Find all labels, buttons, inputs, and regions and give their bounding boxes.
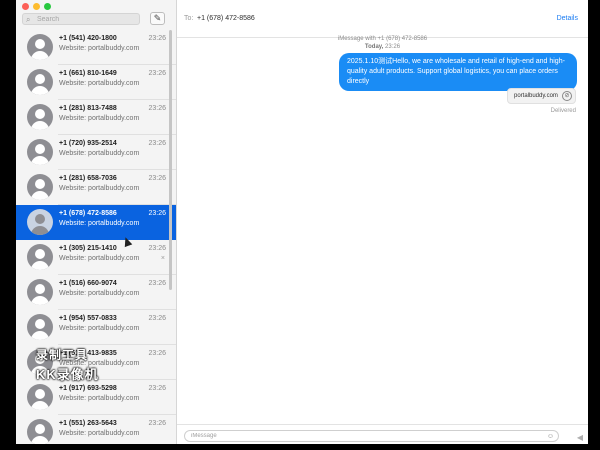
conversation-preview: Website: portalbuddy.com xyxy=(59,255,140,262)
conversation-preview: Website: portalbuddy.com xyxy=(59,395,140,402)
close-window-button[interactable] xyxy=(22,3,29,10)
conversation-preview: Website: portalbuddy.com xyxy=(59,325,140,332)
conversation-time: 23:26 xyxy=(148,280,166,287)
search-input[interactable] xyxy=(37,14,137,24)
conversation-preview: Website: portalbuddy.com xyxy=(59,150,140,157)
link-preview-text: portalbuddy.com xyxy=(514,93,558,99)
conversation-preview: Website: portalbuddy.com xyxy=(59,220,140,227)
conversation-preview: Website: portalbuddy.com xyxy=(59,185,140,192)
delete-conversation-icon[interactable]: × xyxy=(161,255,165,262)
contact-avatar-icon xyxy=(27,69,53,95)
to-label: To: xyxy=(184,15,194,22)
recipient-field[interactable]: +1 (678) 472-8586 xyxy=(197,15,255,22)
contact-avatar-icon xyxy=(27,174,53,200)
contact-avatar-icon xyxy=(27,349,53,375)
contact-avatar-icon xyxy=(27,34,53,60)
contact-avatar-icon xyxy=(27,314,53,340)
conversation-name: +1 (661) 810-1649 xyxy=(59,70,117,77)
conversation-name: +1 (917) 693-5298 xyxy=(59,385,117,392)
conversation-name: +1 (281) 813-7488 xyxy=(59,105,117,112)
conversation-name: +1 (541) 420-1800 xyxy=(59,35,117,42)
conversation-name: +1 (720) 935-2514 xyxy=(59,140,117,147)
conversation-time: 23:26 xyxy=(148,420,166,427)
conversation-name: +1 (954) 557-0833 xyxy=(59,315,117,322)
conversation-name: +1 (516) 660-9074 xyxy=(59,280,117,287)
search-icon: ⌕ xyxy=(26,15,31,24)
conversation-pane: To: +1 (678) 472-8586 Details iMessage w… xyxy=(177,0,588,444)
conversation-time: 23:26 xyxy=(148,385,166,392)
sidebar: ⌕ ✎ +1 (541) 420-1800 Website: portalbudd… xyxy=(16,0,177,444)
conversation-preview: Website: portalbuddy.com xyxy=(59,80,140,87)
title-bar xyxy=(16,0,176,12)
contact-avatar-icon xyxy=(27,104,53,130)
minimize-window-button[interactable] xyxy=(33,3,40,10)
conversation-row[interactable]: +1 (551) 263-5643 Website: portalbuddy.co… xyxy=(16,415,176,444)
contact-avatar-icon xyxy=(27,419,53,444)
conversation-row[interactable]: +1 (516) 660-9074 Website: portalbuddy.co… xyxy=(16,275,176,310)
audio-record-icon[interactable]: ◀ xyxy=(577,433,583,442)
conversation-row[interactable]: +1 (305) 215-1410 Website: portalbuddy.co… xyxy=(16,240,176,275)
conversation-name: +1 (281) 658-7036 xyxy=(59,175,117,182)
contact-avatar-icon xyxy=(27,384,53,410)
conversation-time: 23:26 xyxy=(148,315,166,322)
conversation-time: 23:26 xyxy=(148,35,166,42)
contact-avatar-icon xyxy=(27,279,53,305)
conversation-name: +1 (513) 413-9835 xyxy=(59,350,117,357)
conversation-name: +1 (305) 215-1410 xyxy=(59,245,117,252)
contact-avatar-icon xyxy=(27,139,53,165)
conversation-row[interactable]: +1 (541) 420-1800 Website: portalbuddy.co… xyxy=(16,30,176,65)
message-input[interactable] xyxy=(191,431,536,441)
contact-avatar-icon xyxy=(27,244,53,270)
details-button[interactable]: Details xyxy=(557,15,578,22)
conversation-time: 23:26 xyxy=(148,175,166,182)
conversation-name: +1 (551) 263-5643 xyxy=(59,420,117,427)
conversation-name: +1 (678) 472-8586 xyxy=(59,210,117,217)
messages-window: ⌕ ✎ +1 (541) 420-1800 Website: portalbudd… xyxy=(16,0,588,444)
conversation-time: 23:26 xyxy=(148,105,166,112)
thread-date-day: Today, xyxy=(364,44,384,50)
message-input-bar: ☺ ◀ xyxy=(177,424,588,444)
conversation-row[interactable]: +1 (661) 810-1649 Website: portalbuddy.co… xyxy=(16,65,176,100)
conversation-header: To: +1 (678) 472-8586 Details xyxy=(177,0,588,38)
conversation-preview: Website: portalbuddy.com xyxy=(59,430,140,437)
conversation-row[interactable]: +1 (281) 813-7488 Website: portalbuddy.co… xyxy=(16,100,176,135)
conversation-time: 23:26 xyxy=(148,70,166,77)
compose-icon: ✎ xyxy=(153,13,162,23)
outgoing-message-bubble[interactable]: 2025.1.10测试Hello, we are wholesale and r… xyxy=(339,53,577,91)
thread-timestamp: Today, 23:26 xyxy=(177,44,588,50)
conversation-row[interactable]: +1 (917) 693-5298 Website: portalbuddy.co… xyxy=(16,380,176,415)
zoom-window-button[interactable] xyxy=(44,3,51,10)
conversation-row[interactable]: +1 (720) 935-2514 Website: portalbuddy.co… xyxy=(16,135,176,170)
conversation-preview: Website: portalbuddy.com xyxy=(59,115,140,122)
conversation-preview: Website: portalbuddy.com xyxy=(59,290,140,297)
conversation-row[interactable]: +1 (281) 658-7036 Website: portalbuddy.co… xyxy=(16,170,176,205)
conversation-time: 23:26 xyxy=(148,245,166,252)
contact-avatar-icon xyxy=(27,209,53,235)
search-field[interactable]: ⌕ xyxy=(22,13,140,25)
conversation-row[interactable]: +1 (513) 413-9835 Website: portalbuddy.co… xyxy=(16,345,176,380)
link-preview-card[interactable]: portalbuddy.com ⊘ xyxy=(507,88,576,104)
compose-button[interactable]: ✎ xyxy=(150,12,165,25)
conversation-time: 23:26 xyxy=(148,210,166,217)
delivery-status: Delivered xyxy=(550,108,576,114)
conversation-time: 23:26 xyxy=(148,350,166,357)
conversation-row[interactable]: +1 (954) 557-0833 Website: portalbuddy.co… xyxy=(16,310,176,345)
message-field[interactable]: ☺ xyxy=(184,430,559,442)
conversation-list: +1 (541) 420-1800 Website: portalbuddy.co… xyxy=(16,30,176,444)
sidebar-scrollbar[interactable] xyxy=(169,30,172,290)
compass-icon: ⊘ xyxy=(562,91,572,101)
conversation-preview: Website: portalbuddy.com xyxy=(59,45,140,52)
conversation-row[interactable]: +1 (678) 472-8586 Website: portalbuddy.co… xyxy=(16,205,176,240)
thread-service-label: iMessage with +1 (678) 472-8586 xyxy=(337,36,428,42)
thread-date-time: 23:26 xyxy=(385,44,401,50)
conversation-time: 23:26 xyxy=(148,140,166,147)
conversation-preview: Website: portalbuddy.com xyxy=(59,360,140,367)
emoji-icon[interactable]: ☺ xyxy=(547,432,554,441)
